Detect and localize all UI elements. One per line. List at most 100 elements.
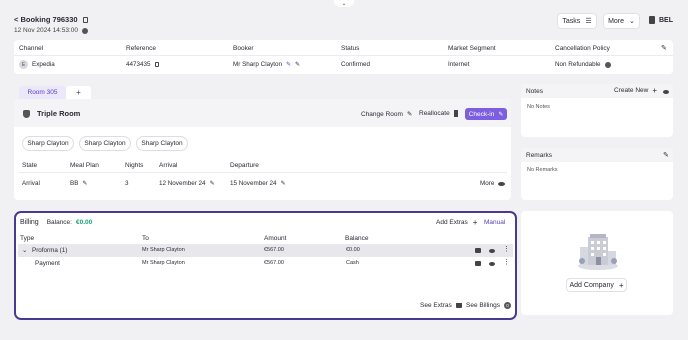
guest-name: Sharp Clayton — [27, 140, 69, 147]
eye-icon[interactable] — [489, 262, 495, 266]
building-icon — [649, 16, 655, 24]
table-row[interactable]: ⌄ Proforma (1) Mr Sharp Clayton €567.00 … — [18, 244, 513, 257]
channel-value: Expedia — [32, 61, 55, 68]
change-room-button[interactable]: Change Room ✎ — [361, 110, 413, 119]
billing-balance: €0.00 — [346, 247, 360, 253]
chevron-down-icon: ⌄ — [629, 18, 635, 25]
more-row-label: More — [480, 180, 495, 187]
eye-icon[interactable] — [663, 90, 669, 94]
cancellation-cell: Non Refundable — [555, 61, 611, 68]
copy-icon[interactable] — [154, 62, 159, 67]
see-billings-button[interactable]: See Billings 0 — [466, 302, 511, 309]
see-extras-label: See Extras — [420, 302, 452, 309]
divider — [18, 172, 507, 173]
clock-icon — [81, 27, 88, 34]
collapse-header-tab[interactable]: ⌄ — [334, 0, 354, 7]
room-type: Triple Room — [23, 109, 80, 118]
header-to: To — [142, 235, 149, 242]
expedia-logo-icon: E — [19, 60, 28, 69]
notes-empty-text: No Notes — [527, 104, 550, 110]
user-indicator[interactable]: BEL — [649, 16, 673, 24]
print-icon[interactable] — [475, 261, 481, 266]
header-market-segment: Market Segment — [448, 45, 496, 52]
add-company-button[interactable]: Add Company + — [566, 278, 627, 292]
print-icon[interactable] — [475, 248, 481, 253]
tasks-button[interactable]: Tasks ☰ — [557, 13, 597, 29]
create-new-label: Create New — [614, 87, 649, 94]
balance-label: Balance: — [46, 219, 72, 226]
remarks-card: Remarks ✎ No Remarks — [521, 148, 673, 200]
plus-icon: + — [618, 280, 624, 290]
guest-name: Sharp Clayton — [84, 140, 126, 147]
guest-chip[interactable]: Sharp Clayton — [136, 136, 188, 151]
remarks-title: Remarks — [526, 152, 553, 159]
tasks-label: Tasks — [562, 17, 581, 25]
header-departure: Departure — [230, 162, 259, 169]
checkin-button[interactable]: Check-in ✎ — [465, 108, 507, 120]
booking-back-link[interactable]: < Booking 796330 — [14, 15, 88, 24]
meal-plan-cell: BB ✎ — [70, 180, 87, 187]
billing-type: Payment — [35, 260, 60, 267]
pencil-icon[interactable]: ✎ — [281, 180, 286, 187]
tab-room-305[interactable]: Room 305 — [19, 86, 66, 99]
more-menu-button[interactable]: More ⌄ — [603, 13, 640, 29]
link-icon[interactable]: ✎ — [286, 61, 291, 68]
edit-icon[interactable]: ✎ — [295, 61, 300, 68]
booker-cell: Mr Sharp Clayton ✎ ✎ — [233, 61, 300, 68]
departure-value: 15 November 24 — [230, 180, 277, 187]
market-segment-value: Internet — [448, 61, 470, 68]
add-room-tab[interactable]: + — [66, 86, 91, 99]
booking-info-card: Channel Reference Booker Status Market S… — [14, 40, 673, 74]
info-icon[interactable] — [604, 61, 611, 68]
guest-chip[interactable]: Sharp Clayton — [22, 136, 74, 151]
checkin-label: Check-in — [468, 110, 495, 118]
see-billings-label: See Billings — [466, 302, 500, 309]
header-meal-plan: Meal Plan — [70, 162, 99, 169]
booking-date-text: 12 Nov 2024 14:53:00 — [14, 27, 78, 34]
more-row-button[interactable]: More — [480, 180, 506, 187]
cancellation-value: Non Refundable — [555, 61, 601, 68]
edit-icon[interactable]: ✎ — [661, 44, 667, 52]
add-extras-button[interactable]: Add Extras + — [436, 219, 477, 227]
header-type: Type — [20, 235, 35, 242]
header-state: State — [22, 162, 38, 169]
booking-date: 12 Nov 2024 14:53:00 — [14, 27, 88, 34]
billings-count-badge: 0 — [503, 302, 511, 309]
meal-plan-value: BB — [70, 180, 79, 187]
channel-cell: E Expedia — [19, 60, 55, 69]
state-value: Arrival — [22, 180, 40, 187]
pencil-icon[interactable]: ✎ — [210, 180, 215, 187]
header-channel: Channel — [19, 45, 44, 52]
see-extras-button[interactable]: See Extras — [420, 302, 462, 309]
create-note-button[interactable]: Create New + — [614, 87, 657, 95]
kebab-menu-icon[interactable]: ⋮ — [503, 258, 510, 266]
billing-amount: €567.00 — [264, 247, 284, 253]
eye-icon[interactable] — [489, 249, 495, 253]
table-row[interactable]: Payment Mr Sharp Clayton €567.00 Cash ⋮ — [18, 257, 513, 270]
eye-icon — [498, 181, 506, 186]
booker-value[interactable]: Mr Sharp Clayton — [233, 61, 282, 68]
billing-title: Billing — [20, 219, 39, 226]
manual-link[interactable]: Manual — [484, 219, 505, 226]
copy-icon[interactable] — [82, 16, 88, 23]
kebab-menu-icon[interactable]: ⋮ — [503, 245, 510, 253]
billing-type: Proforma (1) — [32, 247, 68, 254]
booking-title: < Booking 796330 — [14, 15, 78, 24]
pencil-icon: ✎ — [406, 111, 413, 118]
divider — [14, 55, 673, 56]
billing-amount: €567.00 — [264, 260, 284, 266]
reallocate-label: Reallocate — [419, 110, 450, 117]
edit-icon[interactable]: ✎ — [663, 151, 669, 159]
chevron-down-icon: ⌄ — [341, 0, 347, 7]
status-value: Confirmed — [341, 61, 371, 68]
guest-chip[interactable]: Sharp Clayton — [79, 136, 131, 151]
reallocate-button[interactable]: Reallocate — [419, 110, 458, 117]
departure-cell: 15 November 24 ✎ — [230, 180, 286, 187]
billing-title-group: Billing Balance: €0.00 — [20, 219, 92, 226]
pencil-icon[interactable]: ✎ — [82, 180, 87, 187]
tab-room-label: Room 305 — [27, 89, 58, 96]
arrival-cell: 12 November 24 ✎ — [159, 180, 215, 187]
chevron-down-icon[interactable]: ⌄ — [22, 246, 27, 254]
header-status: Status — [341, 45, 360, 52]
billing-to: Mr Sharp Clayton — [142, 247, 185, 253]
